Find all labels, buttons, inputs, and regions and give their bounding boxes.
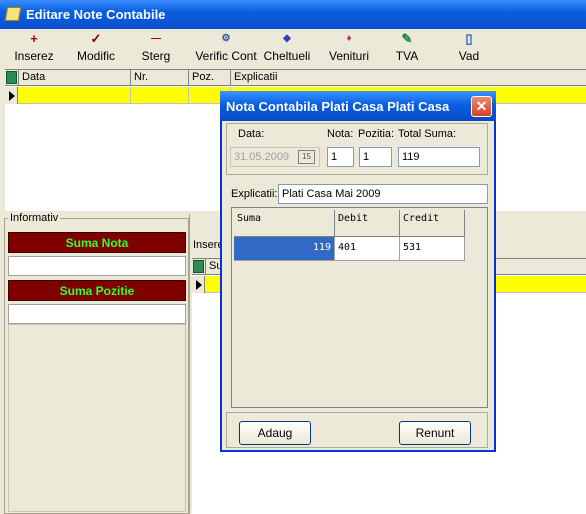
suma-nota-value xyxy=(8,256,186,276)
calendar-icon[interactable]: 15 xyxy=(298,150,315,164)
verify-account-button[interactable]: ⚙ Verific Cont xyxy=(195,31,257,65)
plus-icon: + xyxy=(30,31,38,46)
cell-debit[interactable]: 401 xyxy=(335,237,400,261)
toolbar: + Inserez ✓ Modific — Sterg ⚙ Verific Co… xyxy=(0,29,586,67)
column-credit[interactable]: Credit xyxy=(400,210,465,237)
view-button[interactable]: ▯ Vad xyxy=(452,31,486,65)
vat-icon: ✎ xyxy=(401,31,413,46)
total-suma-label: Total Suma: xyxy=(398,128,457,140)
checkmark-icon: ✓ xyxy=(90,31,102,46)
view-icon: ▯ xyxy=(465,31,473,46)
verify-label: Verific Cont xyxy=(195,49,257,63)
cell-credit[interactable]: 531 xyxy=(400,237,465,261)
column-data[interactable]: Data xyxy=(19,70,131,86)
view-label: Vad xyxy=(458,49,480,63)
expenses-label: Cheltueli xyxy=(263,49,311,63)
column-debit[interactable]: Debit xyxy=(335,210,400,237)
column-explicatii[interactable]: Explicatii xyxy=(231,70,586,86)
column-poz[interactable]: Poz. xyxy=(189,70,231,86)
total-suma-field[interactable]: 119 xyxy=(398,147,480,167)
explicatii-label: Explicatii: xyxy=(231,188,278,200)
excel-icon xyxy=(193,260,204,273)
income-label: Venituri xyxy=(328,49,370,63)
entries-grid[interactable]: Suma Debit Credit 119 401 531 xyxy=(231,207,488,408)
suma-pozitie-value xyxy=(8,304,186,324)
insert-button[interactable]: + Inserez xyxy=(10,31,58,65)
date-label: Data: xyxy=(238,128,265,140)
income-button[interactable]: ♦ Venituri xyxy=(324,31,374,65)
dialog-title-bar[interactable]: Nota Contabila Plati Casa Plati Casa ✕ xyxy=(220,91,496,121)
suma-pozitie-label: Suma Pozitie xyxy=(8,280,186,301)
cell-suma[interactable]: 119 xyxy=(234,237,335,261)
grid-corner[interactable] xyxy=(192,259,206,275)
nota-label: Nota: xyxy=(327,128,354,140)
grid-corner[interactable] xyxy=(5,70,19,86)
delete-label: Sterg xyxy=(141,49,171,63)
excel-icon xyxy=(6,71,17,84)
info-group-label: Informativ xyxy=(8,212,61,224)
window-title: Editare Note Contabile xyxy=(26,7,166,22)
cell-data[interactable] xyxy=(19,87,131,104)
expenses-button[interactable]: ◆ Cheltueli xyxy=(262,31,312,65)
income-icon: ♦ xyxy=(346,33,352,44)
modify-button[interactable]: ✓ Modific xyxy=(70,31,122,65)
cell-nr[interactable] xyxy=(131,87,189,104)
column-suma[interactable]: Suma xyxy=(234,210,335,237)
add-button[interactable]: Adaug xyxy=(239,421,311,445)
nota-field[interactable]: 1 xyxy=(327,147,354,167)
cancel-button[interactable]: Renunt xyxy=(399,421,471,445)
row-pointer-icon xyxy=(192,276,205,293)
delete-button[interactable]: — Sterg xyxy=(134,31,178,65)
verify-icon: ⚙ xyxy=(221,33,231,44)
insert-label: Inserez xyxy=(14,49,54,63)
close-icon[interactable]: ✕ xyxy=(471,96,492,117)
column-nr[interactable]: Nr. xyxy=(131,70,189,86)
pozitia-label: Pozitia: xyxy=(358,128,395,140)
suma-nota-label: Suma Nota xyxy=(8,232,186,253)
vat-label: TVA xyxy=(395,49,419,63)
main-title-bar: Editare Note Contabile xyxy=(0,0,586,29)
expenses-icon: ◆ xyxy=(283,33,291,44)
minus-icon: — xyxy=(151,33,161,44)
info-lower-area xyxy=(8,324,186,512)
modify-label: Modific xyxy=(76,49,115,63)
row-pointer-icon xyxy=(5,87,18,104)
dialog-title: Nota Contabila Plati Casa Plati Casa xyxy=(226,99,450,114)
notes-icon xyxy=(4,7,22,21)
vat-button[interactable]: ✎ TVA xyxy=(390,31,424,65)
notes-grid-header: Data Nr. Poz. Explicatii xyxy=(5,70,586,86)
pozitia-field[interactable]: 1 xyxy=(359,147,392,167)
positions-insert-label[interactable]: Insere xyxy=(193,239,224,251)
explicatii-field[interactable]: Plati Casa Mai 2009 xyxy=(278,184,488,204)
